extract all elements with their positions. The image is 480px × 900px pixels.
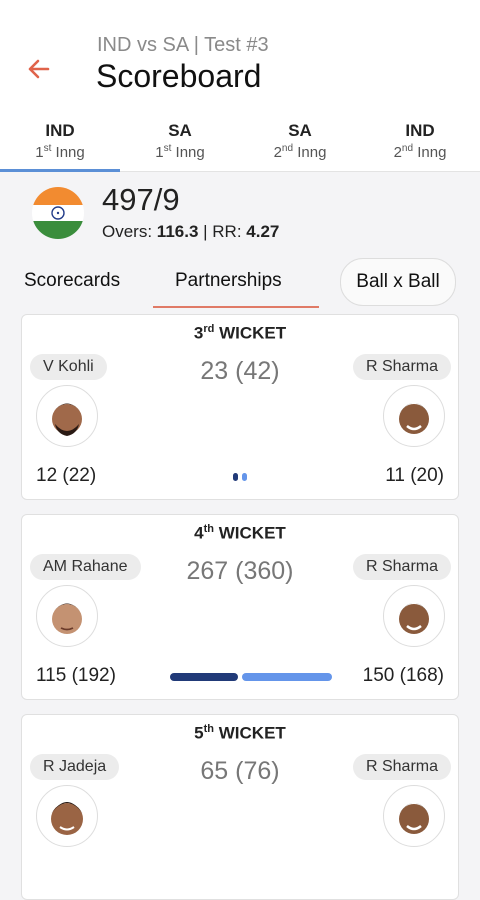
page-title: Scoreboard — [96, 58, 262, 94]
right-batsman-score: 11 (20) — [385, 465, 444, 486]
left-contribution-bar — [232, 473, 239, 481]
tab-scorecards[interactable]: Scorecards — [24, 258, 120, 308]
partnership-card[interactable]: 3rd WICKET V Kohli R Sharma 23 (42) 12 (… — [21, 314, 459, 500]
match-subtitle: IND vs SA | Test #3 — [97, 34, 269, 56]
partnership-card[interactable]: 4th WICKET AM Rahane R Sharma 267 (360) … — [21, 514, 459, 700]
player-avatar — [383, 385, 445, 447]
right-batsman-score: 150 (168) — [362, 665, 444, 686]
player-avatar — [36, 385, 98, 447]
tab-partnerships[interactable]: Partnerships — [175, 258, 282, 308]
player-avatar — [383, 785, 445, 847]
tab-ind-1st-inng[interactable]: IND 1st Inng — [0, 115, 120, 171]
tab-sa-2nd-inng[interactable]: SA 2nd Inng — [240, 115, 360, 171]
tab-team: SA — [288, 121, 312, 140]
tab-innings: 2nd Inng — [393, 143, 447, 161]
tab-team: SA — [168, 121, 192, 140]
tab-ball-by-ball[interactable]: Ball x Ball — [340, 258, 456, 306]
partnership-card[interactable]: 5th WICKET R Jadeja R Sharma 65 (76) — [21, 714, 459, 900]
wicket-heading: 4th WICKET — [194, 523, 286, 543]
overs-run-rate: Overs: 116.3 | RR: 4.27 — [102, 222, 280, 241]
team-score: 497/9 — [102, 182, 180, 217]
left-batsman-score: 115 (192) — [36, 665, 116, 686]
right-contribution-bar — [241, 673, 332, 681]
app-header: IND vs SA | Test #3 Scoreboard — [0, 0, 480, 115]
tab-ind-2nd-inng[interactable]: IND 2nd Inng — [360, 115, 480, 171]
india-flag-icon — [32, 187, 84, 239]
back-arrow-icon[interactable] — [22, 52, 56, 86]
left-contribution-bar — [169, 673, 239, 681]
wicket-heading: 3rd WICKET — [193, 323, 287, 343]
tab-sa-1st-inng[interactable]: SA 1st Inng — [120, 115, 240, 171]
active-section-underline — [153, 306, 319, 308]
innings-tabs: IND 1st Inng SA 1st Inng SA 2nd Inng IND… — [0, 115, 480, 172]
player-avatar — [383, 585, 445, 647]
tab-innings: 1st Inng — [35, 143, 85, 161]
player-avatar — [36, 785, 98, 847]
tab-innings: 1st Inng — [155, 143, 205, 161]
tab-team: IND — [45, 121, 75, 140]
partnership-total: 23 (42) — [200, 357, 280, 385]
wicket-heading: 5th WICKET — [194, 723, 286, 743]
player-avatar — [36, 585, 98, 647]
tab-innings: 2nd Inng — [273, 143, 327, 161]
left-batsman-score: 12 (22) — [36, 465, 97, 486]
score-summary: 497/9 Overs: 116.3 | RR: 4.27 — [0, 172, 480, 252]
partnership-total: 65 (76) — [200, 757, 280, 785]
right-contribution-bar — [241, 473, 247, 481]
tab-team: IND — [405, 121, 435, 140]
partnership-total: 267 (360) — [186, 557, 294, 585]
